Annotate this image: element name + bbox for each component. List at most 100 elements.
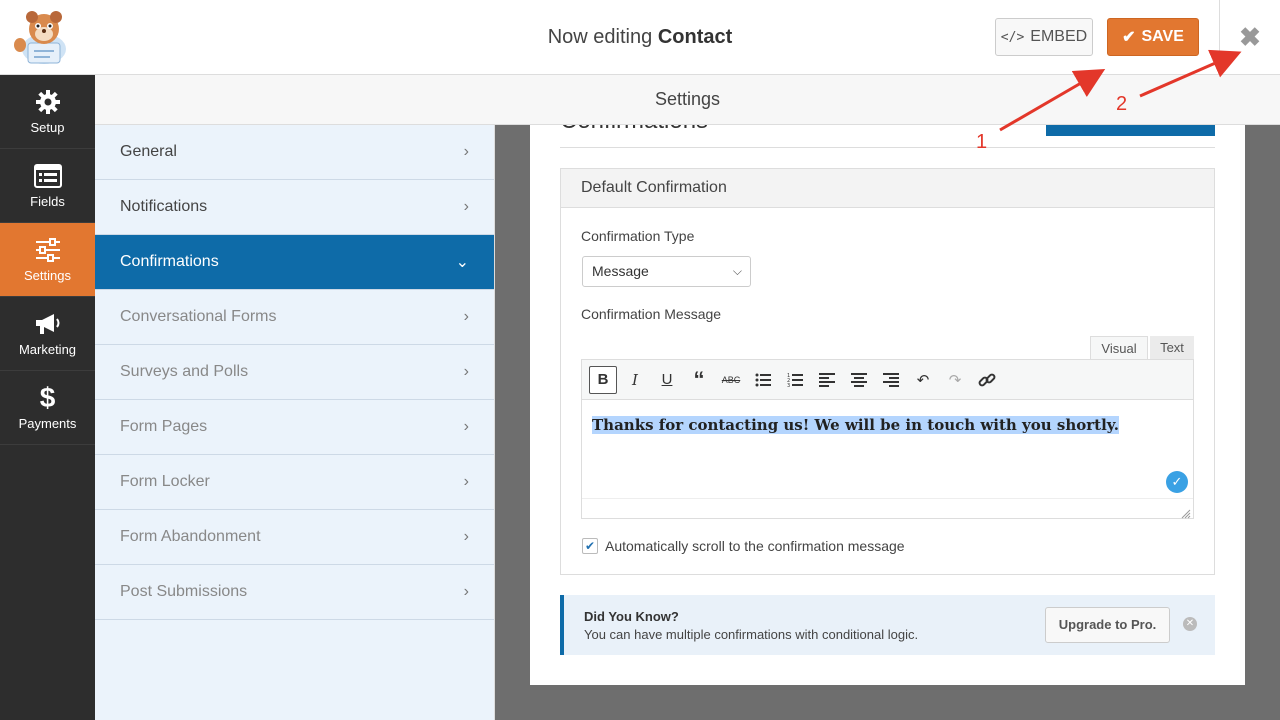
embed-button[interactable]: </> EMBED: [995, 18, 1093, 56]
auto-scroll-label[interactable]: Automatically scroll to the confirmation…: [605, 538, 905, 554]
nav-item-marketing[interactable]: Marketing: [0, 297, 95, 371]
align-center-icon[interactable]: [843, 366, 875, 394]
dismiss-icon[interactable]: ✕: [1183, 617, 1197, 631]
embed-label: EMBED: [1030, 28, 1088, 45]
link-icon[interactable]: [971, 366, 1003, 394]
notice-text: You can have multiple confirmations with…: [584, 627, 919, 642]
add-confirmation-button[interactable]: [1046, 125, 1215, 136]
svg-text:3: 3: [787, 383, 790, 387]
title-prefix: Now editing: [547, 26, 653, 48]
nav-item-setup[interactable]: Setup: [0, 75, 95, 149]
annotation-number-2: 2: [1116, 93, 1128, 115]
panel-item-form-abandonment[interactable]: Form Abandonment ›: [95, 510, 494, 565]
nav-item-settings[interactable]: Settings: [0, 223, 95, 297]
gear-icon: [34, 88, 62, 116]
chevron-right-icon: ›: [463, 363, 469, 380]
editor-content[interactable]: Thanks for contacting us! We will be in …: [582, 400, 1193, 498]
fields-icon: [33, 162, 62, 190]
nav-label: Setup: [30, 120, 65, 135]
dollar-icon: $: [39, 382, 56, 413]
panel-item-confirmations[interactable]: Confirmations ⌄: [95, 235, 494, 290]
panel-item-label: Notifications: [120, 198, 208, 215]
italic-icon[interactable]: I: [619, 366, 651, 394]
select-value: Message: [592, 263, 649, 279]
code-icon: </>: [1000, 29, 1025, 45]
nav-label: Settings: [24, 268, 71, 283]
tab-text[interactable]: Text: [1150, 336, 1194, 360]
auto-scroll-checkbox[interactable]: ✔: [582, 538, 598, 554]
chevron-right-icon: ›: [463, 308, 469, 325]
confirmations-card: Confirmations Default Confirmation Confi…: [530, 125, 1245, 685]
nav-item-fields[interactable]: Fields: [0, 149, 95, 223]
tab-visual[interactable]: Visual: [1090, 336, 1148, 360]
panel-item-surveys-polls[interactable]: Surveys and Polls ›: [95, 345, 494, 400]
annotation-number-1: 1: [976, 131, 988, 153]
confirmation-type-label: Confirmation Type: [581, 228, 695, 244]
panel-item-form-pages[interactable]: Form Pages ›: [95, 400, 494, 455]
panel-item-post-submissions[interactable]: Post Submissions ›: [95, 565, 494, 620]
resize-handle-icon[interactable]: [1181, 506, 1191, 519]
panel-item-label: Form Locker: [120, 473, 210, 490]
content-area: Confirmations Default Confirmation Confi…: [495, 125, 1280, 720]
numbered-list-icon[interactable]: 123: [779, 366, 811, 394]
checkmark-icon: ✔: [1122, 29, 1136, 46]
confirmation-box-title[interactable]: Default Confirmation: [561, 169, 1214, 208]
save-button[interactable]: ✔ SAVE: [1107, 18, 1199, 56]
section-heading: Confirmations: [560, 125, 708, 135]
upgrade-button[interactable]: Upgrade to Pro.: [1045, 607, 1170, 643]
panel-item-form-locker[interactable]: Form Locker ›: [95, 455, 494, 510]
panel-item-label: Form Pages: [120, 418, 208, 435]
top-bar: Now editing Contact </> EMBED ✔ SAVE ✖: [0, 0, 1280, 75]
nav-item-payments[interactable]: $ Payments: [0, 371, 95, 445]
confirmation-message-label: Confirmation Message: [581, 306, 722, 322]
bold-icon[interactable]: B: [589, 365, 617, 394]
chevron-right-icon: ›: [463, 473, 469, 490]
panel-item-label: Surveys and Polls: [120, 363, 249, 380]
chevron-right-icon: ›: [463, 418, 469, 435]
panel-item-label: Post Submissions: [120, 583, 248, 600]
panel-item-label: Confirmations: [120, 253, 219, 270]
message-editor: B I U “ ABC 123 ↶ ↷ Thanks for contactin…: [581, 359, 1194, 519]
notice-title: Did You Know?: [584, 609, 679, 624]
nav-label: Payments: [18, 416, 77, 431]
panel-item-label: Conversational Forms: [120, 308, 277, 325]
chevron-right-icon: ›: [463, 143, 469, 160]
form-name: Contact: [657, 26, 733, 48]
panel-item-label: General: [120, 143, 177, 160]
default-confirmation-box: Default Confirmation Confirmation Type M…: [560, 168, 1215, 575]
did-you-know-notice: Did You Know? You can have multiple conf…: [560, 595, 1215, 655]
nav-label: Fields: [30, 194, 65, 209]
undo-icon[interactable]: ↶: [907, 366, 939, 394]
chevron-down-icon: ⌵: [732, 264, 742, 278]
editor-statusbar: [582, 498, 1193, 519]
panel-item-conversational-forms[interactable]: Conversational Forms ›: [95, 290, 494, 345]
blockquote-icon[interactable]: “: [683, 366, 715, 394]
nav-label: Marketing: [18, 342, 77, 357]
header-divider: [1219, 0, 1220, 75]
redo-icon[interactable]: ↷: [939, 366, 971, 394]
panel-item-general[interactable]: General ›: [95, 125, 494, 180]
left-nav: Setup Fields Settings Marketing $ Paymen…: [0, 75, 95, 720]
align-right-icon[interactable]: [875, 366, 907, 394]
panel-item-notifications[interactable]: Notifications ›: [95, 180, 494, 235]
underline-icon[interactable]: U: [651, 366, 683, 394]
chevron-right-icon: ›: [463, 528, 469, 545]
confirmation-message-text: Thanks for contacting us! We will be in …: [592, 416, 1119, 434]
settings-header: Settings: [95, 75, 1280, 125]
bullet-list-icon[interactable]: [747, 366, 779, 394]
grammar-check-icon[interactable]: ✓: [1166, 471, 1188, 493]
chevron-right-icon: ›: [463, 583, 469, 600]
close-icon[interactable]: ✖: [1237, 24, 1263, 50]
megaphone-icon: [34, 310, 62, 338]
strikethrough-icon[interactable]: ABC: [715, 366, 747, 394]
chevron-right-icon: ›: [463, 198, 469, 215]
align-left-icon[interactable]: [811, 366, 843, 394]
confirmation-type-select[interactable]: Message ⌵: [582, 256, 751, 287]
settings-panel: General › Notifications › Confirmations …: [95, 125, 495, 720]
auto-scroll-row: ✔ Automatically scroll to the confirmati…: [582, 538, 905, 554]
heading-divider: [560, 147, 1215, 148]
chevron-down-icon: ⌄: [455, 254, 469, 271]
panel-item-label: Form Abandonment: [120, 528, 261, 545]
editor-toolbar: B I U “ ABC 123 ↶ ↷: [582, 360, 1193, 400]
save-label: SAVE: [1141, 28, 1184, 45]
